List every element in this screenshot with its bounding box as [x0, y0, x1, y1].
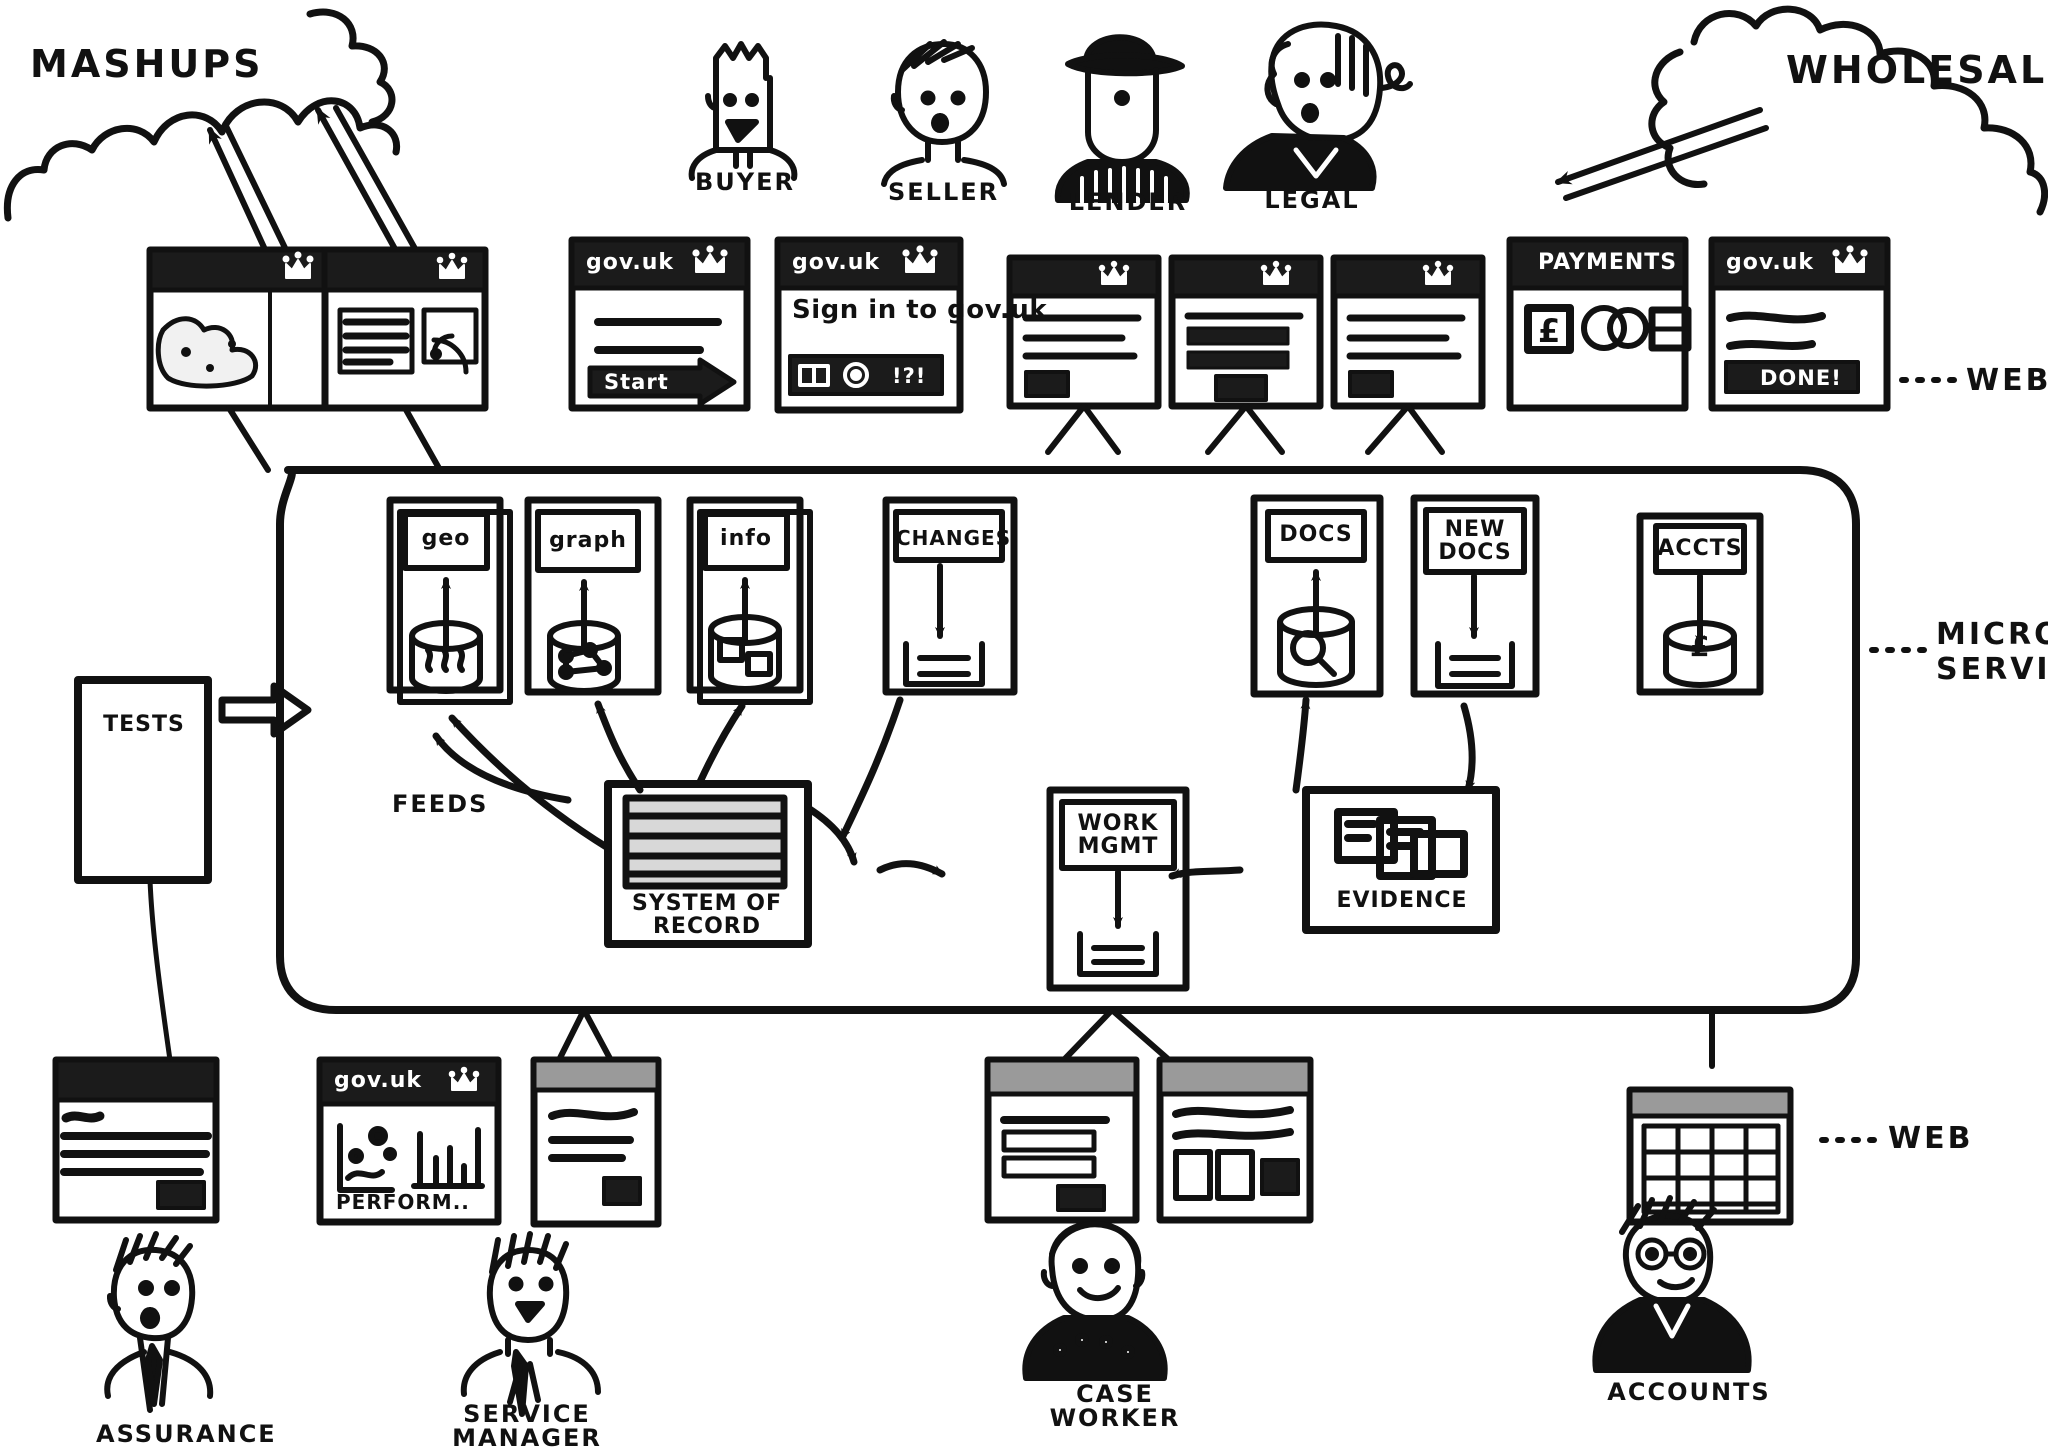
persona-label-seller: SELLER [888, 178, 1000, 206]
persona-label-case-worker: CASE WORKER [1049, 1380, 1181, 1432]
web-window-form-page-3 [1330, 254, 1486, 410]
card-label-graph: graph [549, 528, 627, 553]
persona-label-buyer: BUYER [694, 168, 796, 196]
card-label-newdocs: NEW DOCS [1438, 517, 1512, 566]
side-label-web-top: WEB [1966, 363, 2048, 398]
window-title-signin-page: gov.uk [792, 250, 881, 275]
card-label-docs: DOCS [1279, 522, 1353, 547]
card-label-info: info [720, 526, 772, 551]
web-window-caseworker-2 [1156, 1056, 1314, 1224]
persona-legal-icon [1223, 21, 1413, 191]
signin-heading: Sign in to gov.uk [792, 295, 1048, 325]
card-label-accts: ACCTS [1657, 536, 1743, 561]
tests-arrow [218, 682, 312, 738]
web-window-form-page-2 [1168, 254, 1324, 410]
tests-to-assurance-line [147, 877, 173, 1063]
window-title-start-page: gov.uk [586, 250, 675, 275]
side-label-micro-services: MICRO SERVICES [1936, 617, 2048, 687]
persona-label-assurance: ASSURANCE [96, 1420, 277, 1448]
card-label-changes: CHANGES [896, 526, 1012, 550]
platform-boundary [276, 466, 1860, 1014]
signin-help-marker[interactable]: !?! [892, 364, 926, 388]
persona-buyer-icon [688, 41, 798, 181]
persona-service-manager-icon [460, 1231, 601, 1417]
tests-label: TESTS [103, 712, 185, 737]
web-window-assurance-report [52, 1056, 220, 1224]
persona-label-accounts: ACCOUNTS [1607, 1378, 1771, 1406]
crown-icon [282, 251, 314, 279]
leader-dots [1819, 377, 1957, 1143]
pound-icon-accts: £ [1690, 630, 1711, 663]
web-window-caseworker-1 [984, 1056, 1140, 1224]
persona-assurance-icon [104, 1231, 214, 1413]
web-window-form-page-1 [1006, 254, 1162, 410]
window-title-done-page: gov.uk [1726, 250, 1815, 275]
persona-seller-icon [881, 39, 1007, 187]
pound-icon: £ [1538, 312, 1562, 350]
wholesalers-arrow [1555, 107, 1769, 201]
persona-case-worker-icon [1022, 1220, 1168, 1381]
core-label-work-mgmt: WORK MGMT [1077, 811, 1159, 860]
side-label-web-bottom: WEB [1888, 1121, 1974, 1156]
core-label-system-of-record: SYSTEM OF RECORD [632, 891, 782, 940]
web-window-service-doc [530, 1056, 662, 1228]
web-to-platform-connectors [226, 403, 1445, 473]
done-button[interactable]: DONE! [1760, 366, 1842, 390]
persona-label-legal: LEGAL [1264, 186, 1360, 214]
diagram-canvas: MASHUPS WHOLESALERS BUYER SELLER LENDER … [0, 0, 2048, 1452]
wholesalers-cloud [1648, 5, 2048, 216]
core-label-evidence: EVIDENCE [1336, 888, 1468, 913]
card-label-geo: geo [421, 526, 471, 551]
window-title-performance: gov.uk [334, 1068, 423, 1093]
changes-to-record-arrow [838, 696, 904, 842]
cloud-label-wholesalers: WHOLESALERS [1786, 48, 2048, 92]
ink-layer [3, 5, 2048, 1417]
persona-label-service-manager: SERVICE MANAGER [452, 1400, 602, 1452]
mashups-arrow-1 [207, 123, 291, 259]
persona-lender-icon [1054, 34, 1190, 204]
mashups-arrow-2 [315, 105, 421, 261]
window-title-payments: PAYMENTS [1538, 250, 1678, 275]
persona-label-lender: LENDER [1068, 188, 1188, 216]
performance-caption: PERFORM.. [336, 1190, 470, 1214]
tests-box [74, 676, 212, 884]
cloud-label-mashups: MASHUPS [30, 42, 264, 86]
start-button[interactable]: Start [604, 370, 669, 394]
annotation-feeds: FEEDS [392, 790, 489, 818]
